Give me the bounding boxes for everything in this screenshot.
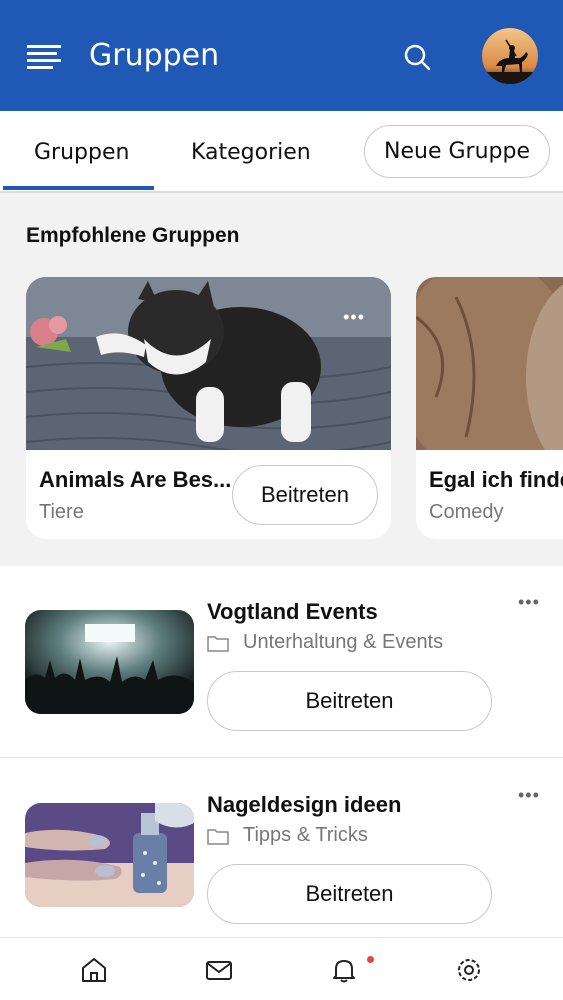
more-dots-icon[interactable]: ••• bbox=[518, 785, 540, 806]
group-list-item[interactable]: Vogtland Events Unterhaltung & Events Be… bbox=[0, 566, 563, 758]
notification-dot bbox=[367, 956, 374, 963]
featured-groups-section: Empfohlene Gruppen ••• Animals Are Bes..… bbox=[0, 193, 563, 566]
tab-kategorien[interactable]: Kategorien bbox=[191, 140, 311, 165]
bottom-navigation bbox=[0, 937, 563, 1000]
page-title: Gruppen bbox=[89, 38, 220, 73]
group-name: Vogtland Events bbox=[207, 599, 378, 624]
mail-icon[interactable] bbox=[204, 955, 234, 985]
menu-lines-icon[interactable] bbox=[27, 45, 61, 71]
featured-card[interactable]: ••• Animals Are Bes... Tiere Beitreten bbox=[26, 277, 391, 539]
join-button[interactable]: Beitreten bbox=[207, 864, 492, 924]
group-cover-image bbox=[416, 277, 563, 450]
group-category: Comedy bbox=[429, 501, 504, 523]
folder-icon bbox=[207, 828, 229, 845]
bell-icon[interactable] bbox=[329, 955, 359, 985]
group-category: Unterhaltung & Events bbox=[207, 631, 443, 654]
settings-gear-icon[interactable] bbox=[454, 955, 484, 985]
group-category-label: Tipps & Tricks bbox=[243, 824, 368, 846]
group-category: Tiere bbox=[39, 501, 84, 523]
user-avatar[interactable] bbox=[482, 28, 538, 84]
active-tab-indicator bbox=[3, 186, 154, 190]
group-name: Egal ich finde bbox=[429, 467, 563, 492]
tab-gruppen[interactable]: Gruppen bbox=[34, 140, 129, 165]
group-name: Nageldesign ideen bbox=[207, 792, 402, 817]
group-list-item[interactable]: Nageldesign ideen Tipps & Tricks Beitret… bbox=[0, 759, 563, 951]
join-button[interactable]: Beitreten bbox=[207, 671, 492, 731]
group-thumbnail bbox=[25, 610, 194, 714]
tab-bar: Gruppen Kategorien Neue Gruppe bbox=[0, 111, 563, 193]
search-icon[interactable] bbox=[401, 41, 433, 73]
more-dots-icon[interactable]: ••• bbox=[343, 307, 365, 328]
group-name: Animals Are Bes... bbox=[39, 467, 232, 492]
featured-card[interactable]: Egal ich finde Comedy bbox=[416, 277, 563, 539]
folder-icon bbox=[207, 635, 229, 652]
more-dots-icon[interactable]: ••• bbox=[518, 592, 540, 613]
join-button[interactable]: Beitreten bbox=[232, 465, 378, 525]
group-thumbnail bbox=[25, 803, 194, 907]
group-cover-image bbox=[26, 277, 391, 450]
section-heading: Empfohlene Gruppen bbox=[26, 224, 240, 247]
group-category-label: Unterhaltung & Events bbox=[243, 631, 444, 653]
app-bar: Gruppen bbox=[0, 0, 563, 111]
home-icon[interactable] bbox=[79, 955, 109, 985]
new-group-button[interactable]: Neue Gruppe bbox=[364, 125, 550, 178]
group-category: Tipps & Tricks bbox=[207, 824, 368, 847]
